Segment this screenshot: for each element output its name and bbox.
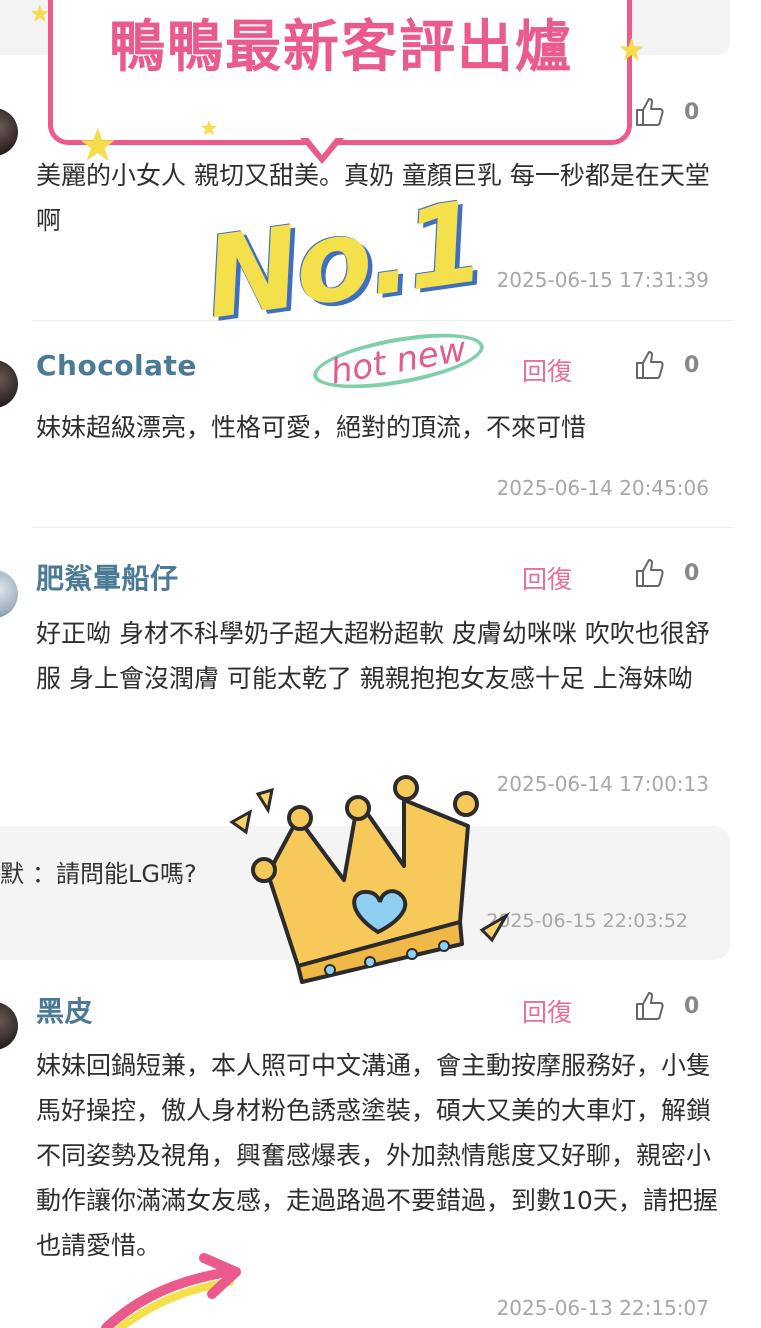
comment-author[interactable]: 肥鯊暈船仔 xyxy=(36,557,179,597)
arrow-icon xyxy=(101,1253,241,1328)
comment-text: 好正呦 身材不科學奶子超大超粉超軟 皮膚幼咪咪 吹吹也很舒服 身上會沒潤膚 可能… xyxy=(36,619,710,693)
comment-time: 2025-06-14 20:45:06 xyxy=(496,476,709,500)
like-count: 0 xyxy=(684,353,700,378)
avatar[interactable] xyxy=(0,108,18,156)
like-button[interactable] xyxy=(634,349,670,385)
avatar[interactable] xyxy=(0,1002,18,1050)
avatar[interactable] xyxy=(0,360,18,408)
thumbs-up-icon xyxy=(636,992,664,1020)
thumbs-up-icon xyxy=(636,98,664,126)
like-count: 0 xyxy=(684,994,700,1019)
thumbs-up-icon xyxy=(636,351,664,379)
star-icon: ★ xyxy=(78,120,118,171)
star-icon: ★ xyxy=(618,33,645,68)
like-count: 0 xyxy=(684,561,700,586)
banner-title: 鴨鴨最新客評出爐 xyxy=(109,15,573,80)
reply-button[interactable]: 回復 xyxy=(522,560,572,596)
divider xyxy=(32,527,732,528)
like-button[interactable] xyxy=(634,990,670,1026)
star-icon: ★ xyxy=(30,2,50,27)
reply-button[interactable]: 回復 xyxy=(522,352,572,388)
like-button[interactable] xyxy=(634,96,670,132)
crown-icon xyxy=(229,775,511,984)
star-icon: ★ xyxy=(200,116,218,140)
comment-author[interactable]: 黑皮 xyxy=(36,990,93,1030)
sub-reply-author[interactable]: 默 xyxy=(0,854,24,889)
comment-author[interactable]: Chocolate xyxy=(36,349,197,382)
thumbs-up-icon xyxy=(636,559,664,587)
sub-reply-text: ：請問能LG嗎? xyxy=(32,860,197,888)
promo-banner: 鴨鴨最新客評出爐 xyxy=(48,0,632,145)
comment-time: 2025-06-13 22:15:07 xyxy=(496,1296,709,1320)
comment-time: 2025-06-15 17:31:39 xyxy=(496,268,709,292)
hotnew-sticker: hot new xyxy=(309,323,488,399)
sub-reply-time: 2025-06-15 22:03:52 xyxy=(486,910,688,932)
like-count: 0 xyxy=(684,100,700,125)
comment-time: 2025-06-14 17:00:13 xyxy=(496,772,709,796)
avatar[interactable] xyxy=(0,570,18,618)
banner-pointer-inner xyxy=(306,135,338,155)
reply-button[interactable]: 回復 xyxy=(522,993,572,1029)
comment-text: 妹妹超級漂亮，性格可愛，絕對的頂流，不來可惜 xyxy=(36,413,587,442)
like-button[interactable] xyxy=(634,557,670,593)
comment-text: 妹妹回鍋短兼，本人照可中文溝通，會主動按摩服務好，小隻馬好操控，傲人身材粉色誘惑… xyxy=(36,1051,718,1260)
